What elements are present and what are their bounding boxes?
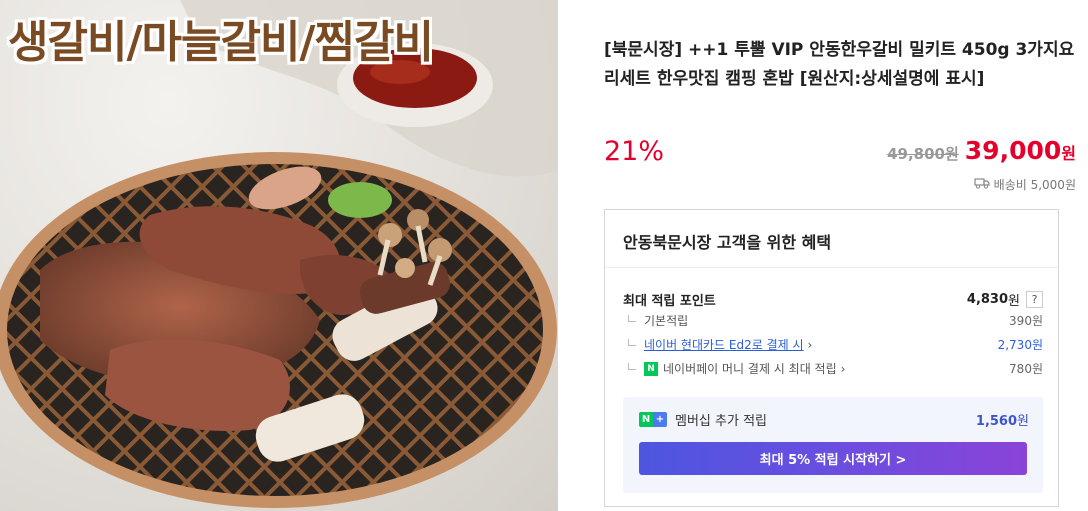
- start-membership-button[interactable]: 최대 5% 적립 시작하기 >: [639, 442, 1027, 475]
- chevron-right-icon: ›: [840, 361, 846, 376]
- shipping-fee: 배송비 5,000원: [974, 176, 1076, 193]
- max-point-value: 4,830: [966, 292, 1009, 307]
- membership-unit: 원: [1017, 414, 1029, 429]
- tree-corner-icon: [628, 363, 636, 370]
- sale-price-unit: 원: [1061, 144, 1076, 163]
- basic-point-row: 기본적립 390원: [623, 312, 1043, 329]
- image-caption: 생갈비/마늘갈비/찜갈비: [8, 17, 434, 68]
- benefit-title: 안동북문시장 고객을 위한 혜택: [605, 210, 1058, 268]
- membership-label: 멤버십 추가 적립: [675, 414, 767, 429]
- naver-plus-membership-icon: N +: [639, 412, 667, 427]
- max-point-row: 최대 적립 포인트 4,830 원 ?: [623, 290, 1043, 309]
- max-point-value-wrap: 4,830 원 ?: [967, 290, 1043, 309]
- card-point-label-wrap: 네이버 현대카드 Ed2로 결제 시 ›: [623, 336, 812, 353]
- membership-value-wrap: 1,560원: [976, 410, 1029, 429]
- truck-icon: [974, 177, 990, 192]
- product-image[interactable]: 생갈비/마늘갈비/찜갈비: [0, 0, 558, 511]
- help-icon[interactable]: ?: [1026, 291, 1043, 308]
- npay-point-label[interactable]: 네이버페이 머니 결제 시 최대 적립: [663, 360, 837, 377]
- card-point-value: 2,730원: [997, 338, 1043, 352]
- max-point-label: 최대 적립 포인트: [623, 294, 716, 309]
- galbi-photo: [0, 0, 558, 508]
- shipping-fee-text: 배송비 5,000원: [993, 178, 1076, 192]
- original-price: 49,800원: [887, 145, 959, 163]
- tree-corner-icon: [628, 315, 636, 322]
- max-point-unit: 원: [1008, 294, 1020, 309]
- npay-point-row[interactable]: N 네이버페이 머니 결제 시 최대 적립 › 780원: [623, 360, 1043, 377]
- card-point-link[interactable]: 네이버 현대카드 Ed2로 결제 시: [644, 336, 804, 353]
- discount-rate: 21%: [604, 136, 665, 167]
- sale-price: 39,000: [964, 136, 1062, 165]
- npay-point-value: 780원: [1009, 362, 1043, 376]
- membership-box: N + 멤버십 추가 적립 1,560원 최대 5% 적립 시작하기 >: [623, 397, 1043, 493]
- npay-point-label-wrap: N 네이버페이 머니 결제 시 최대 적립 ›: [623, 360, 845, 377]
- membership-label-wrap: N + 멤버십 추가 적립: [639, 410, 767, 429]
- benefit-box: 안동북문시장 고객을 위한 혜택 최대 적립 포인트 4,830 원 ? 기본적…: [604, 209, 1059, 507]
- basic-point-value: 390원: [1009, 314, 1043, 328]
- chevron-right-icon: ›: [807, 337, 813, 352]
- membership-value: 1,560: [975, 414, 1018, 429]
- basic-point-label: 기본적립: [644, 314, 689, 328]
- card-point-row[interactable]: 네이버 현대카드 Ed2로 결제 시 › 2,730원: [623, 336, 1043, 353]
- tree-corner-icon: [628, 339, 636, 346]
- basic-point-label-wrap: 기본적립: [623, 312, 688, 329]
- price-row: 49,800원 39,000 원: [887, 136, 1076, 165]
- product-title: [북문시장] ++1 투뿔 VIP 안동한우갈비 밀키트 450g 3가지요리세…: [604, 40, 1075, 89]
- membership-row: N + 멤버십 추가 적립 1,560원: [639, 410, 1029, 429]
- naver-pay-icon: N: [644, 361, 658, 376]
